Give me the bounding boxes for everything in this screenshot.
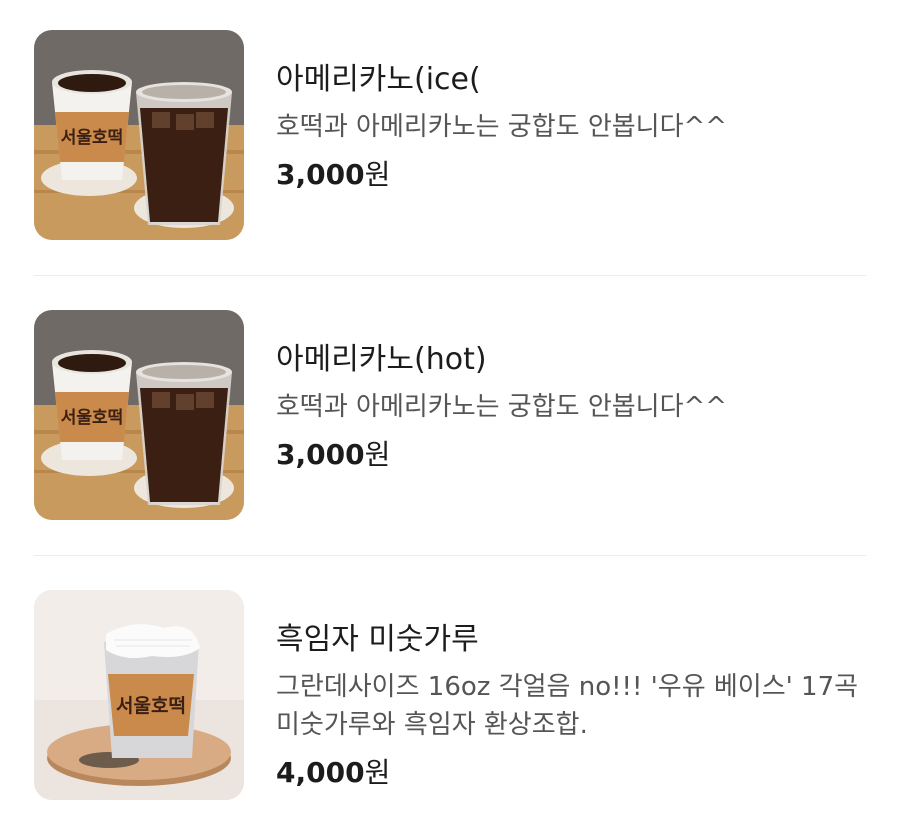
menu-item-price: 3,000원 bbox=[276, 436, 876, 474]
menu-item-image[interactable]: 서울호떡 bbox=[34, 310, 244, 520]
menu-item-price: 4,000원 bbox=[276, 754, 876, 792]
menu-item-name: 아메리카노(ice( bbox=[276, 62, 481, 97]
menu-item-info: 아메리카노(ice( 호떡과 아메리카노는 궁합도 안봅니다^^ 3,000원 bbox=[276, 60, 876, 194]
menu-item-info: 흑임자 미숫가루 그란데사이즈 16oz 각얼음 no!!! '우유 베이스' … bbox=[276, 620, 876, 792]
menu-item-image[interactable]: 서울호떡 bbox=[34, 30, 244, 240]
menu-item-image[interactable]: 서울호떡 bbox=[34, 590, 244, 800]
menu-item-name: 흑임자 미숫가루 bbox=[276, 622, 479, 657]
menu-item-name: 아메리카노(hot) bbox=[276, 342, 487, 377]
menu-item-description: 호떡과 아메리카노는 궁합도 안봅니다^^ bbox=[276, 392, 728, 422]
price-currency: 원 bbox=[364, 438, 391, 471]
coffee-cups-image: 서울호떡 bbox=[34, 310, 244, 520]
menu-item-americano-ice[interactable]: 서울호떡 아메리카노(ice( 호떡과 아메리카노는 궁합도 안봅니다^^ 3,… bbox=[0, 20, 900, 250]
menu-item-info: 아메리카노(hot) 호떡과 아메리카노는 궁합도 안봅니다^^ 3,000원 bbox=[276, 340, 876, 474]
coffee-cups-image: 서울호떡 bbox=[34, 30, 244, 240]
menu-item-description: 그란데사이즈 16oz 각얼음 no!!! '우유 베이스' 17곡 미숫가루와… bbox=[276, 672, 859, 740]
divider bbox=[34, 275, 866, 276]
menu-item-misutgaru[interactable]: 서울호떡 흑임자 미숫가루 그란데사이즈 16oz 각얼음 no!!! '우유 … bbox=[0, 580, 900, 810]
price-amount: 3,000 bbox=[276, 438, 365, 471]
cup-logo-text: 서울호떡 bbox=[61, 408, 124, 428]
cup-logo-text: 서울호떡 bbox=[61, 128, 124, 148]
menu-item-americano-hot[interactable]: 서울호떡 아메리카노(hot) 호떡과 아메리카노는 궁합도 안봅니다^^ 3,… bbox=[0, 300, 900, 530]
price-currency: 원 bbox=[364, 756, 391, 789]
price-amount: 3,000 bbox=[276, 158, 365, 191]
price-currency: 원 bbox=[364, 158, 391, 191]
price-amount: 4,000 bbox=[276, 756, 365, 789]
menu-list: 서울호떡 아메리카노(ice( 호떡과 아메리카노는 궁합도 안봅니다^^ 3,… bbox=[0, 0, 900, 834]
divider bbox=[34, 555, 866, 556]
cup-logo-text: 서울호떡 bbox=[116, 695, 186, 717]
menu-item-description: 호떡과 아메리카노는 궁합도 안봅니다^^ bbox=[276, 112, 728, 142]
menu-item-price: 3,000원 bbox=[276, 156, 876, 194]
misutgaru-cup-image: 서울호떡 bbox=[34, 590, 244, 800]
